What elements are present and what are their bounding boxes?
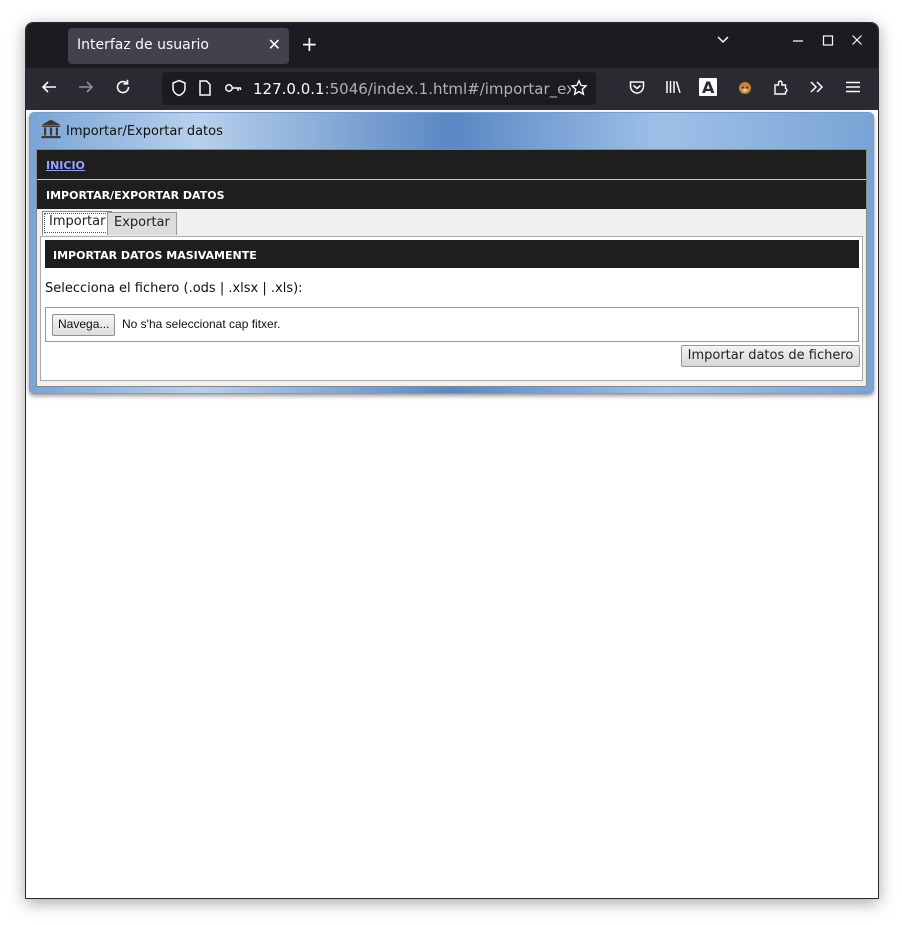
star-icon[interactable] — [570, 79, 588, 101]
minimize-icon[interactable] — [792, 33, 804, 51]
reload-icon[interactable] — [114, 78, 132, 101]
url-host: 127.0.0.1 — [253, 80, 325, 98]
title-bar: Interfaz de usuario ✕ + — [26, 23, 878, 68]
import-header: IMPORTAR DATOS MASIVAMENTE — [45, 240, 859, 268]
tab-importar-label: Importar — [49, 214, 106, 229]
import-title: IMPORTAR DATOS MASIVAMENTE — [53, 249, 257, 262]
page-icon[interactable] — [198, 79, 212, 101]
arrow-left-icon[interactable] — [40, 78, 58, 101]
home-link[interactable]: INICIO — [46, 159, 85, 172]
file-input[interactable]: Navega... No s'ha seleccionat cap fitxer… — [45, 307, 859, 342]
shield-icon[interactable] — [171, 79, 187, 101]
museum-icon — [40, 118, 62, 144]
panel-body: INICIO IMPORTAR/EXPORTAR DATOS Importar … — [36, 149, 867, 387]
tab-title: Interfaz de usuario — [77, 37, 209, 53]
app-panel: Importar/Exportar datos INICIO IMPORTAR/… — [29, 112, 874, 394]
browser-tab[interactable]: Interfaz de usuario ✕ — [68, 28, 289, 64]
tab-importar[interactable]: Importar — [42, 211, 113, 235]
key-icon[interactable] — [224, 79, 242, 101]
pocket-icon[interactable] — [628, 78, 646, 101]
arrow-right-icon[interactable] — [77, 78, 95, 101]
chevrons-right-icon[interactable] — [808, 78, 826, 101]
plus-icon[interactable]: + — [301, 32, 318, 56]
panel-title: Importar/Exportar datos — [66, 124, 223, 139]
import-tab-panel: IMPORTAR DATOS MASIVAMENTE Selecciona el… — [40, 236, 863, 381]
close-icon[interactable]: ✕ — [268, 35, 281, 54]
browse-button[interactable]: Navega... — [52, 314, 116, 336]
page-content: Importar/Exportar datos INICIO IMPORTAR/… — [26, 110, 878, 898]
browser-window: Interfaz de usuario ✕ + 127.0.0.1:5046/i… — [25, 22, 879, 899]
tab-exportar-label: Exportar — [114, 215, 170, 230]
puzzle-icon[interactable] — [772, 78, 790, 101]
url-path: :5046/index.1.html#/importar_expo — [324, 80, 571, 98]
no-file-text: No s'ha seleccionat cap fitxer. — [122, 317, 281, 331]
file-select-label: Selecciona el fichero (.ods | .xlsx | .x… — [45, 281, 303, 296]
close-window-icon[interactable] — [851, 33, 863, 51]
section-title: IMPORTAR/EXPORTAR DATOS — [46, 189, 225, 202]
url-text[interactable]: 127.0.0.1:5046/index.1.html#/importar_ex… — [253, 80, 571, 98]
library-icon[interactable] — [664, 78, 682, 101]
import-file-button[interactable]: Importar datos de fichero — [681, 345, 860, 367]
chevron-down-icon[interactable] — [716, 33, 730, 51]
section-header: IMPORTAR/EXPORTAR DATOS — [37, 180, 866, 209]
tab-exportar[interactable]: Exportar — [107, 212, 177, 235]
url-bar[interactable]: 127.0.0.1:5046/index.1.html#/importar_ex… — [162, 72, 596, 105]
breadcrumb: INICIO — [37, 150, 866, 180]
extension-monkey-icon[interactable] — [736, 78, 754, 101]
navigation-toolbar: 127.0.0.1:5046/index.1.html#/importar_ex… — [26, 68, 878, 110]
hamburger-icon[interactable] — [844, 78, 862, 101]
maximize-icon[interactable] — [822, 33, 834, 51]
text-icon[interactable]: A — [699, 78, 717, 97]
